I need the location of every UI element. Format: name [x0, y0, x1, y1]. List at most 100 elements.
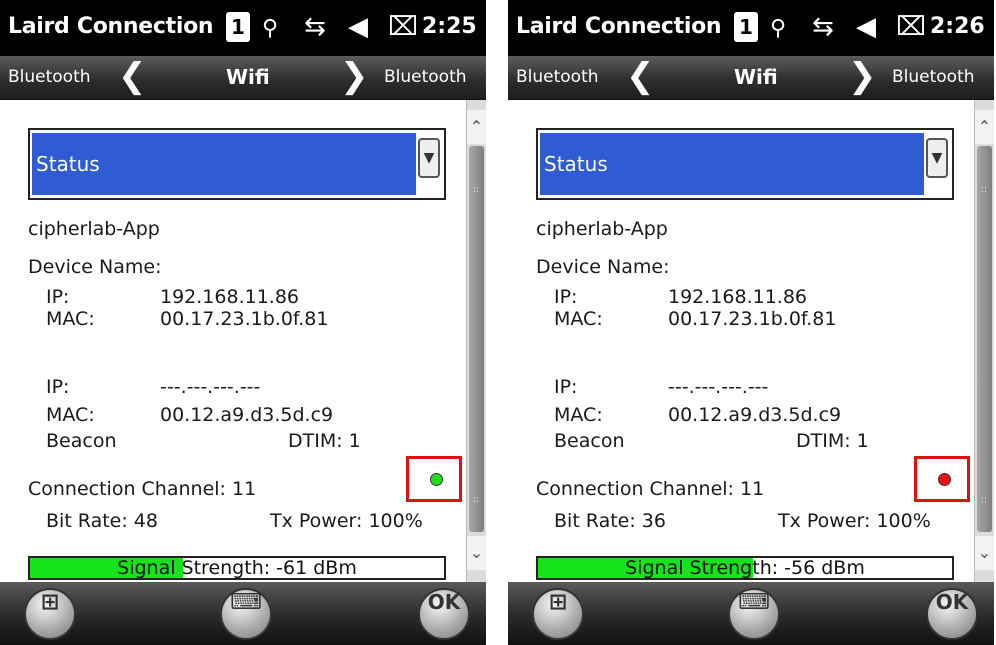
chevron-left-icon[interactable]: ❮: [626, 56, 655, 96]
nav-next-label[interactable]: Bluetooth: [892, 67, 975, 87]
ap-mac-label: MAC:: [554, 404, 603, 426]
content-area: Status ▼ cipherlab-App Device Name: IP: …: [0, 100, 486, 582]
dtim-value: DTIM: 1: [288, 430, 361, 452]
dropdown-arrow-icon[interactable]: ▼: [418, 138, 440, 178]
keyboard-button[interactable]: ⌨: [728, 588, 780, 640]
chevron-right-icon[interactable]: ❯: [848, 56, 877, 96]
windows-logo-icon: ⊞: [40, 590, 60, 615]
device-screen-left: Laird Connection 1 ⚲ ⇆ ◀ ⌧ 2:25 Bluetoot…: [0, 0, 486, 645]
tx-power: Tx Power: 100%: [270, 510, 423, 532]
ap-ip-label: IP:: [46, 376, 70, 398]
content-area: Status ▼ cipherlab-App Device Name: IP: …: [508, 100, 994, 582]
scrollbar[interactable]: ⌃ :: :: ⌄: [466, 100, 486, 582]
bottom-bar: ⊞ ⌨ OK: [0, 582, 486, 645]
device-screen-right: Laird Connection 1 ⚲ ⇆ ◀ ⌧ 2:26 Bluetoot…: [508, 0, 994, 645]
scroll-thumb[interactable]: :: ::: [469, 146, 484, 532]
tx-power: Tx Power: 100%: [778, 510, 931, 532]
nav-bar: Bluetooth ❮ Wifi ❯ Bluetooth: [0, 56, 486, 100]
nav-next-label[interactable]: Bluetooth: [384, 67, 467, 87]
dtim-value: DTIM: 1: [796, 430, 869, 452]
ip-value: 192.168.11.86: [160, 286, 300, 308]
status-indicator-frame: [406, 456, 462, 502]
signal-strength-text: Signal Strength: -56 dBm: [625, 557, 865, 579]
mac-value: 00.17.23.1b.0f.81: [160, 308, 329, 330]
ok-button[interactable]: OK: [926, 588, 978, 640]
scrollbar[interactable]: ⌃ :: :: ⌄: [974, 100, 994, 582]
mac-label: MAC:: [46, 308, 95, 330]
scroll-thumb[interactable]: :: ::: [977, 146, 992, 532]
device-name-label: Device Name:: [536, 256, 670, 278]
app-title: Laird Connection: [8, 14, 214, 39]
battery-icon: ⌧: [896, 12, 926, 42]
grip-icon: ::: [473, 185, 480, 195]
sync-icon: ⇆: [812, 12, 834, 42]
sim-icon: 1: [734, 12, 758, 42]
title-bar: Laird Connection 1 ⚲ ⇆ ◀ ⌧ 2:26: [508, 0, 994, 56]
grip-icon: ::: [473, 495, 480, 505]
nav-current-title: Wifi: [226, 65, 270, 89]
start-button[interactable]: ⊞: [532, 588, 584, 640]
ip-label: IP:: [554, 286, 578, 308]
device-name-label: Device Name:: [28, 256, 162, 278]
scroll-up-icon[interactable]: ⌃: [975, 110, 994, 144]
scroll-down-icon[interactable]: ⌄: [975, 536, 994, 570]
signal-strength-text: Signal Strength: -61 dBm: [117, 557, 357, 579]
scroll-up-icon[interactable]: ⌃: [467, 110, 486, 144]
mac-label: MAC:: [554, 308, 603, 330]
dropdown-selected-value[interactable]: Status: [540, 133, 924, 195]
nav-bar: Bluetooth ❮ Wifi ❯ Bluetooth: [508, 56, 994, 100]
start-button[interactable]: ⊞: [24, 588, 76, 640]
ssid-text: cipherlab-App: [536, 218, 668, 240]
ap-mac-value: 00.12.a9.d3.5d.c9: [668, 404, 842, 426]
connection-channel: Connection Channel: 11: [536, 478, 765, 500]
nav-prev-label[interactable]: Bluetooth: [8, 67, 91, 87]
signal-strength-bar: Signal Strength: -56 dBm: [536, 556, 954, 580]
view-dropdown[interactable]: Status ▼: [536, 128, 954, 200]
chevron-right-icon[interactable]: ❯: [340, 56, 369, 96]
clock[interactable]: 2:26: [930, 14, 985, 39]
app-title: Laird Connection: [516, 14, 722, 39]
ip-value: 192.168.11.86: [668, 286, 808, 308]
ap-ip-value: ---.---.---.---: [160, 376, 261, 398]
status-indicator-dot: [430, 473, 443, 486]
beacon-label: Beacon: [46, 430, 117, 452]
view-dropdown[interactable]: Status ▼: [28, 128, 446, 200]
beacon-label: Beacon: [554, 430, 625, 452]
keyboard-icon: ⌨: [230, 590, 262, 615]
bit-rate: Bit Rate: 36: [554, 510, 666, 532]
volume-icon[interactable]: ◀: [348, 12, 368, 42]
signal-strength-bar: Signal Strength: -61 dBm: [28, 556, 446, 580]
ssid-text: cipherlab-App: [28, 218, 160, 240]
dropdown-arrow-icon[interactable]: ▼: [926, 138, 948, 178]
ap-mac-label: MAC:: [46, 404, 95, 426]
nav-current-title: Wifi: [734, 65, 778, 89]
ok-button[interactable]: OK: [418, 588, 470, 640]
nav-prev-label[interactable]: Bluetooth: [516, 67, 599, 87]
volume-icon[interactable]: ◀: [856, 12, 876, 42]
status-indicator-frame: [914, 456, 970, 502]
connection-channel: Connection Channel: 11: [28, 478, 257, 500]
chevron-left-icon[interactable]: ❮: [118, 56, 147, 96]
windows-logo-icon: ⊞: [548, 590, 568, 615]
ap-mac-value: 00.12.a9.d3.5d.c9: [160, 404, 334, 426]
battery-icon: ⌧: [388, 12, 418, 42]
mac-value: 00.17.23.1b.0f.81: [668, 308, 837, 330]
grip-icon: ::: [981, 495, 988, 505]
sim-icon: 1: [226, 12, 250, 42]
dropdown-selected-value[interactable]: Status: [32, 133, 416, 195]
bottom-bar: ⊞ ⌨ OK: [508, 582, 994, 645]
clock[interactable]: 2:25: [422, 14, 477, 39]
antenna-icon: ⚲: [770, 16, 787, 41]
title-bar: Laird Connection 1 ⚲ ⇆ ◀ ⌧ 2:25: [0, 0, 486, 56]
bit-rate: Bit Rate: 48: [46, 510, 158, 532]
ap-ip-value: ---.---.---.---: [668, 376, 769, 398]
ap-ip-label: IP:: [554, 376, 578, 398]
antenna-icon: ⚲: [262, 16, 279, 41]
status-indicator-dot: [938, 473, 951, 486]
grip-icon: ::: [981, 185, 988, 195]
sync-icon: ⇆: [304, 12, 326, 42]
keyboard-icon: ⌨: [738, 590, 770, 615]
keyboard-button[interactable]: ⌨: [220, 588, 272, 640]
ip-label: IP:: [46, 286, 70, 308]
scroll-down-icon[interactable]: ⌄: [467, 536, 486, 570]
